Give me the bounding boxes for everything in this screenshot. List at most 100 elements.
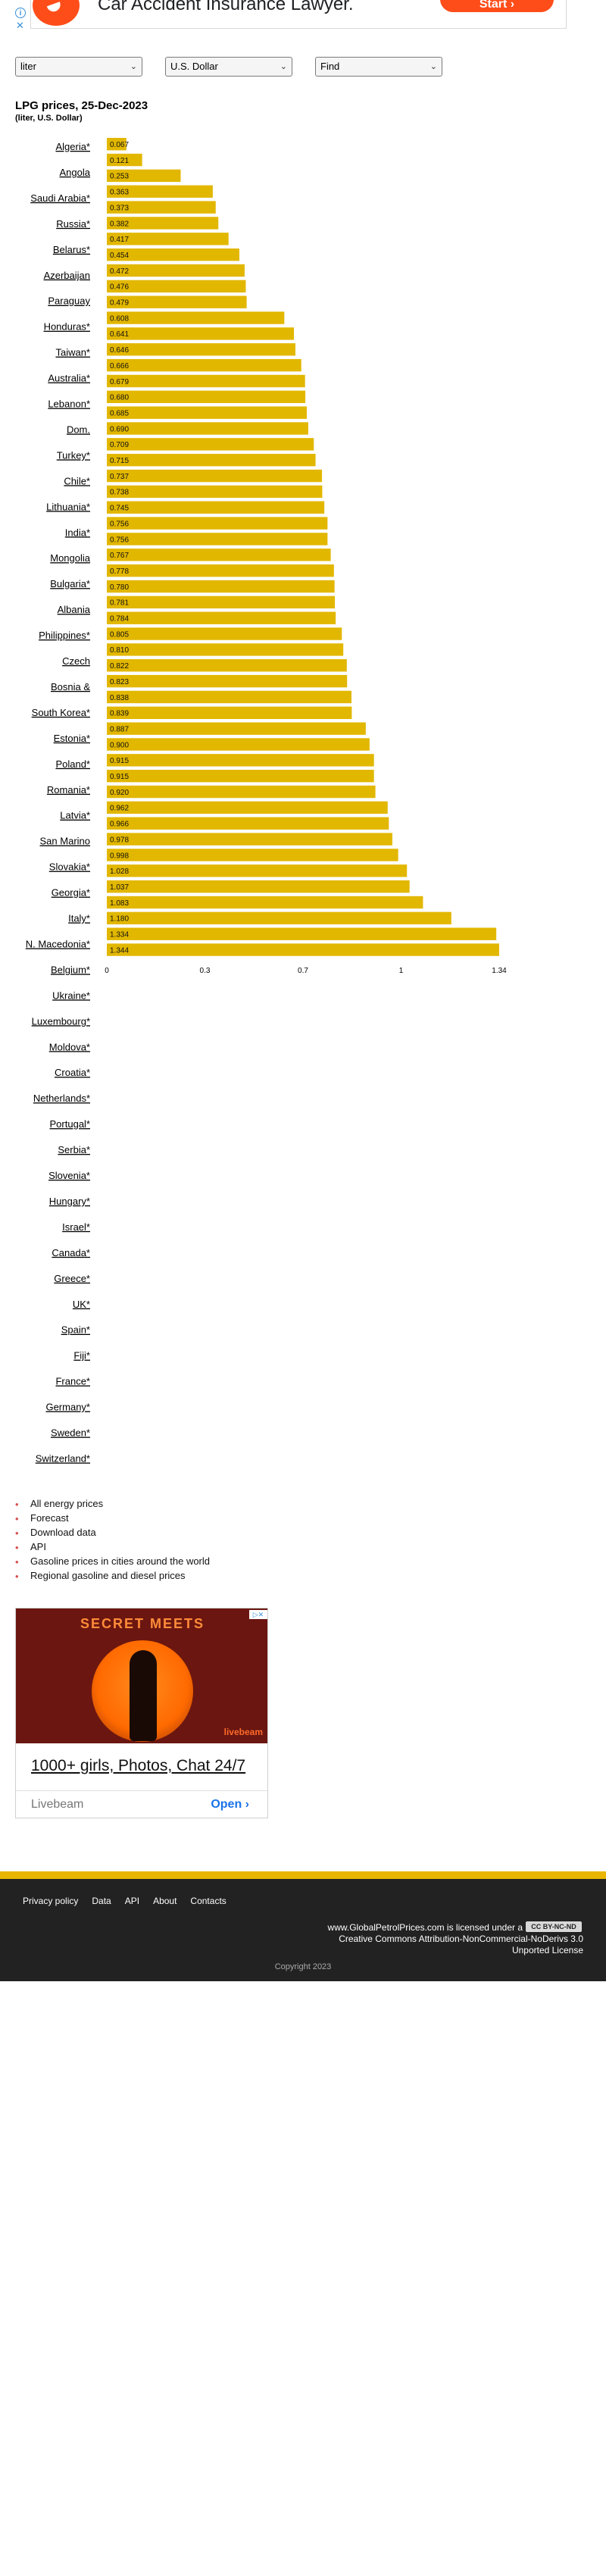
country-label[interactable]: UK* [73, 1299, 90, 1310]
ad-image[interactable]: SECRET MEETS livebeam ▷✕ [16, 1608, 267, 1743]
country-label[interactable]: Lebanon* [48, 399, 90, 410]
country-label[interactable]: Belgium* [51, 964, 90, 975]
footer-nav-link[interactable]: About [153, 1896, 176, 1906]
bar-value-label: 1.037 [110, 883, 129, 892]
country-label[interactable]: Fiji* [73, 1350, 90, 1361]
price-bar [107, 659, 347, 672]
ad-info-icon[interactable]: i [15, 8, 26, 18]
country-label[interactable]: Dom. [67, 424, 90, 435]
related-link-label[interactable]: Gasoline prices in cities around the wor… [30, 1555, 210, 1567]
country-label[interactable]: South Korea* [32, 707, 90, 718]
footer-nav-link[interactable]: API [125, 1896, 139, 1906]
ad-choices-icon[interactable]: ▷✕ [249, 1610, 267, 1619]
country-label[interactable]: Serbia* [58, 1144, 90, 1155]
country-label[interactable]: Sweden* [51, 1427, 90, 1439]
bar-value-label: 0.715 [110, 457, 129, 465]
cc-license-badge[interactable]: CC BY-NC-ND [526, 1921, 582, 1932]
bar-value-label: 1.344 [110, 946, 129, 955]
country-label[interactable]: Bosnia & [51, 681, 90, 692]
country-label[interactable]: Bulgaria* [50, 578, 90, 589]
footer-nav-link[interactable]: Data [92, 1896, 111, 1906]
country-label[interactable]: Romania* [47, 784, 90, 796]
footer-nav-link[interactable]: Contacts [190, 1896, 226, 1906]
related-link-label[interactable]: Forecast [30, 1512, 69, 1524]
bar-value-label: 0.680 [110, 394, 129, 402]
country-label[interactable]: Croatia* [55, 1067, 90, 1078]
country-label[interactable]: Switzerland* [36, 1452, 90, 1464]
country-label[interactable]: Taiwan* [55, 347, 90, 358]
country-label[interactable]: Azerbaijan [44, 270, 90, 281]
bar-value-label: 0.822 [110, 662, 129, 671]
find-select[interactable]: Find ⌄ [315, 57, 442, 77]
related-link[interactable]: • Download data [15, 1525, 210, 1540]
country-label[interactable]: Germany* [45, 1402, 90, 1413]
top-ad-cta-button[interactable]: Start › [440, 0, 554, 12]
related-link-label[interactable]: Download data [30, 1527, 96, 1538]
related-link[interactable]: • Forecast [15, 1511, 210, 1525]
country-label[interactable]: Angola [60, 167, 91, 178]
country-label[interactable]: France* [55, 1376, 90, 1387]
country-label[interactable]: Netherlands* [33, 1093, 90, 1104]
country-label[interactable]: India* [65, 527, 90, 538]
price-bar [107, 690, 351, 704]
country-label[interactable]: Paraguay [48, 295, 90, 307]
bar-value-label: 0.767 [110, 552, 129, 560]
country-label[interactable]: Mongolia [50, 552, 91, 564]
country-label[interactable]: Greece* [54, 1273, 90, 1284]
country-label[interactable]: Ukraine* [52, 989, 90, 1001]
license-text-2[interactable]: Creative Commons Attribution-NonCommerci… [339, 1934, 583, 1944]
country-label[interactable]: Albania [58, 604, 91, 615]
country-label[interactable]: Lithuania* [46, 501, 90, 512]
license-text-3[interactable]: Unported License [512, 1945, 583, 1955]
country-label[interactable]: Georgia* [52, 887, 90, 899]
country-label[interactable]: Hungary* [49, 1196, 90, 1207]
country-label[interactable]: Chile* [64, 475, 90, 486]
country-label[interactable]: Philippines* [39, 630, 90, 641]
footer-nav: Privacy policy Data API About Contacts [23, 1896, 240, 1906]
ad-open-button[interactable]: Open › [211, 1798, 249, 1812]
top-ad-headline[interactable]: Car Accident Insurance Lawyer. [98, 0, 354, 15]
country-label[interactable]: Poland* [55, 758, 90, 770]
country-label[interactable]: Turkey* [57, 449, 90, 461]
country-label[interactable]: Australia* [48, 373, 90, 384]
bottom-ad[interactable]: SECRET MEETS livebeam ▷✕ 1000+ girls, Ph… [15, 1608, 268, 1818]
country-label[interactable]: Italy* [68, 913, 90, 924]
related-link[interactable]: • API [15, 1540, 210, 1554]
bar-value-label: 1.180 [110, 915, 129, 924]
currency-select[interactable]: U.S. Dollar ⌄ [165, 57, 292, 77]
related-link-label[interactable]: API [30, 1541, 46, 1552]
country-label[interactable]: San Marino [40, 836, 90, 847]
country-label[interactable]: Latvia* [60, 810, 90, 821]
currency-select-value: U.S. Dollar [170, 61, 218, 72]
country-label[interactable]: Spain* [61, 1324, 90, 1336]
country-label[interactable]: Saudi Arabia* [30, 192, 90, 204]
country-label[interactable]: Algeria* [55, 141, 90, 152]
related-link[interactable]: • Regional gasoline and diesel prices [15, 1568, 210, 1583]
related-link-label[interactable]: Regional gasoline and diesel prices [30, 1570, 186, 1581]
country-label[interactable]: Portugal* [50, 1118, 90, 1130]
country-label[interactable]: Russia* [56, 218, 90, 230]
country-label[interactable]: Belarus* [53, 244, 90, 255]
country-label[interactable]: Czech [62, 655, 90, 667]
related-link[interactable]: • Gasoline prices in cities around the wo… [15, 1554, 210, 1568]
bar-value-label: 0.646 [110, 346, 129, 355]
price-bar [107, 817, 389, 830]
country-label[interactable]: Moldova* [49, 1041, 90, 1052]
ad-headline[interactable]: 1000+ girls, Photos, Chat 24/7 [31, 1757, 245, 1775]
country-label[interactable]: Honduras* [44, 321, 90, 333]
ad-close-icon[interactable]: ✕ [16, 20, 24, 30]
country-label[interactable]: Estonia* [54, 733, 90, 744]
related-link-label[interactable]: All energy prices [30, 1498, 103, 1509]
country-label[interactable]: Luxembourg* [32, 1015, 90, 1027]
country-label[interactable]: Slovenia* [48, 1170, 90, 1181]
top-ad-box[interactable]: Car Accident Insurance Lawyer. Start › [30, 0, 567, 29]
price-bar [107, 627, 342, 640]
related-link[interactable]: • All energy prices [15, 1496, 210, 1511]
country-label[interactable]: Canada* [52, 1247, 90, 1258]
country-label[interactable]: Slovakia* [49, 861, 90, 873]
unit-select[interactable]: liter ⌄ [15, 57, 142, 77]
footer-nav-link[interactable]: Privacy policy [23, 1896, 78, 1906]
country-label[interactable]: N. Macedonia* [26, 938, 90, 949]
top-ad-banner[interactable]: i ✕ Car Accident Insurance Lawyer. Start… [0, 0, 606, 35]
country-label[interactable]: Israel* [62, 1221, 90, 1233]
